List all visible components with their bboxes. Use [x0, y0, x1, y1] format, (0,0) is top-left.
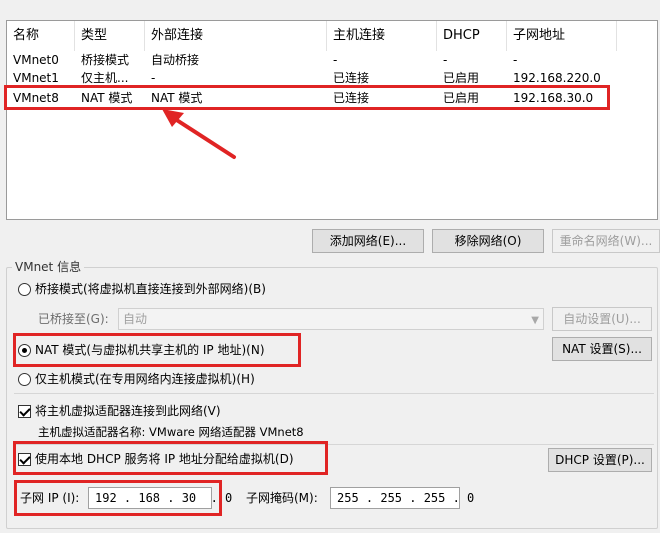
- cell-external: -: [151, 71, 156, 85]
- vmnet-info-title: VMnet 信息: [12, 259, 85, 275]
- table-row[interactable]: VMnet0 桥接模式 自动桥接 - - -: [7, 51, 617, 70]
- subnet-ip-label: 子网 IP (I):: [20, 491, 80, 505]
- column-header-dhcp[interactable]: DHCP: [437, 21, 507, 51]
- radio-icon: [18, 282, 31, 296]
- checkbox-checked-icon: [18, 404, 31, 418]
- cell-host: 已连接: [333, 91, 370, 105]
- cell-type: 仅主机...: [81, 71, 129, 85]
- divider: [14, 393, 654, 394]
- bridged-to-value: 自动: [123, 312, 148, 326]
- subnet-mask-label: 子网掩码(M):: [246, 491, 318, 505]
- add-network-button[interactable]: 添加网络(E)...: [312, 229, 424, 253]
- checkbox-checked-icon: [18, 452, 31, 466]
- cell-dhcp: 已启用: [443, 91, 480, 105]
- bridged-to-select[interactable]: 自动 ▼: [118, 308, 544, 330]
- dhcp-settings-button[interactable]: DHCP 设置(P)...: [548, 448, 652, 472]
- cell-subnet: 192.168.220.0: [513, 71, 601, 85]
- table-row-selected[interactable]: VMnet8 NAT 模式 NAT 模式 已连接 已启用 192.168.30.…: [7, 89, 617, 108]
- nat-settings-button[interactable]: NAT 设置(S)...: [552, 337, 652, 361]
- connect-host-adapter-label: 将主机虚拟适配器连接到此网络(V): [35, 404, 221, 418]
- nat-mode-label: NAT 模式(与虚拟机共享主机的 IP 地址)(N): [35, 343, 265, 357]
- cell-dhcp: -: [443, 53, 448, 67]
- cell-type: 桥接模式: [81, 53, 130, 67]
- subnet-mask-input[interactable]: 255 . 255 . 255 . 0: [330, 487, 474, 509]
- virtual-network-list[interactable]: 名称 类型 外部连接 主机连接 DHCP 子网地址 VMnet0 桥接模式 自动…: [6, 20, 658, 220]
- host-adapter-name: 主机虚拟适配器名称: VMware 网络适配器 VMnet8: [38, 425, 304, 439]
- column-header-host[interactable]: 主机连接: [327, 21, 437, 51]
- cell-external: 自动桥接: [151, 53, 200, 67]
- radio-icon: [18, 372, 31, 386]
- chevron-down-icon: ▼: [531, 315, 539, 326]
- table-row[interactable]: VMnet1 仅主机... - 已连接 已启用 192.168.220.0: [7, 69, 617, 88]
- connect-host-adapter-checkbox[interactable]: 将主机虚拟适配器连接到此网络(V): [18, 402, 221, 420]
- divider: [14, 444, 654, 445]
- radio-selected-icon: [18, 343, 31, 357]
- column-header-type[interactable]: 类型: [75, 21, 145, 51]
- bridged-to-label: 已桥接至(G):: [38, 312, 109, 326]
- remove-network-button[interactable]: 移除网络(O): [432, 229, 544, 253]
- use-local-dhcp-checkbox[interactable]: 使用本地 DHCP 服务将 IP 地址分配给虚拟机(D): [18, 450, 294, 468]
- subnet-ip-input[interactable]: 192 . 168 . 30 . 0: [88, 487, 232, 509]
- bridged-mode-label: 桥接模式(将虚拟机直接连接到外部网络)(B): [35, 282, 266, 296]
- rename-network-button[interactable]: 重命名网络(W)...: [552, 229, 660, 253]
- auto-settings-button[interactable]: 自动设置(U)...: [552, 307, 652, 331]
- cell-host: 已连接: [333, 71, 370, 85]
- column-header-name[interactable]: 名称: [7, 21, 75, 51]
- use-local-dhcp-label: 使用本地 DHCP 服务将 IP 地址分配给虚拟机(D): [35, 452, 294, 466]
- cell-name: VMnet0: [13, 53, 59, 67]
- cell-name: VMnet8: [13, 91, 59, 105]
- cell-subnet: 192.168.30.0: [513, 91, 594, 105]
- nat-mode-radio[interactable]: NAT 模式(与虚拟机共享主机的 IP 地址)(N): [18, 341, 265, 359]
- column-header-external[interactable]: 外部连接: [145, 21, 327, 51]
- bridged-mode-radio[interactable]: 桥接模式(将虚拟机直接连接到外部网络)(B): [18, 280, 266, 298]
- cell-name: VMnet1: [13, 71, 59, 85]
- cell-dhcp: 已启用: [443, 71, 480, 85]
- cell-type: NAT 模式: [81, 91, 133, 105]
- annotation-arrow-icon: [162, 109, 236, 159]
- cell-host: -: [333, 53, 338, 67]
- host-only-mode-label: 仅主机模式(在专用网络内连接虚拟机)(H): [35, 372, 255, 386]
- column-header-subnet[interactable]: 子网地址: [507, 21, 617, 51]
- host-only-mode-radio[interactable]: 仅主机模式(在专用网络内连接虚拟机)(H): [18, 370, 255, 388]
- cell-subnet: -: [513, 53, 518, 67]
